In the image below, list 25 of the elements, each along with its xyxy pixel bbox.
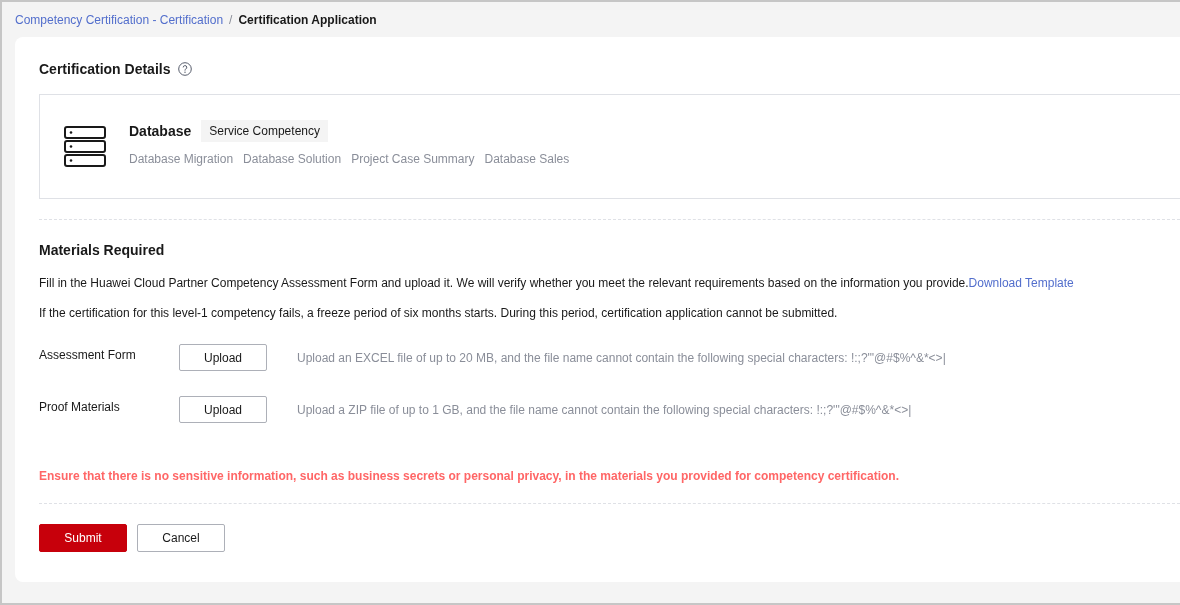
field-label: Proof Materials bbox=[39, 399, 121, 414]
section-title: Certification Details bbox=[39, 61, 171, 77]
competency-name: Database bbox=[129, 122, 192, 139]
server-stack-icon bbox=[64, 125, 106, 168]
breadcrumb-separator: / bbox=[229, 13, 233, 27]
instruction-text: Fill in the Huawei Cloud Partner Competency Assessment Form and upload it. We will verify whether you meet the relevant requirements based on the information you provide.Download Template bbox=[39, 276, 1075, 290]
upload-hint: Upload a ZIP file of up to 1 GB, and the file name cannot contain the following special characters: !:;?'"@#$%^&*<>| bbox=[297, 402, 912, 417]
warning-text: Ensure that there is no sensitive information, such as business secrets or personal privacy, in the materials you provided for competency certification. bbox=[39, 469, 901, 483]
download-template-link[interactable]: Download Template bbox=[968, 276, 1074, 290]
competency-tag: Service Competency bbox=[201, 119, 328, 142]
instruction-text: If the certification for this level-1 competency fails, a freeze period of six months starts. During this period, certification application cannot be submitted. bbox=[39, 306, 839, 320]
upload-button[interactable]: Upload bbox=[179, 344, 267, 371]
breadcrumb-link[interactable]: Competency Certification - Certification bbox=[15, 13, 224, 27]
section-title: Materials Required bbox=[39, 242, 165, 258]
cancel-button[interactable]: Cancel bbox=[137, 524, 225, 552]
field-label: Assessment Form bbox=[39, 347, 137, 362]
help-icon[interactable] bbox=[178, 62, 193, 76]
topic-label: Database Migration bbox=[129, 151, 234, 166]
topic-label: Project Case Summary bbox=[351, 151, 475, 166]
upload-button[interactable]: Upload bbox=[179, 396, 267, 423]
topic-label: Database Solution bbox=[243, 151, 342, 166]
upload-hint: Upload an EXCEL file of up to 20 MB, and the file name cannot contain the following special characters: !:;?'"@#$%^&*<>| bbox=[297, 350, 946, 365]
breadcrumb-current: Certification Application bbox=[238, 13, 377, 27]
topic-label: Database Sales bbox=[484, 151, 570, 166]
submit-button[interactable]: Submit bbox=[39, 524, 127, 552]
